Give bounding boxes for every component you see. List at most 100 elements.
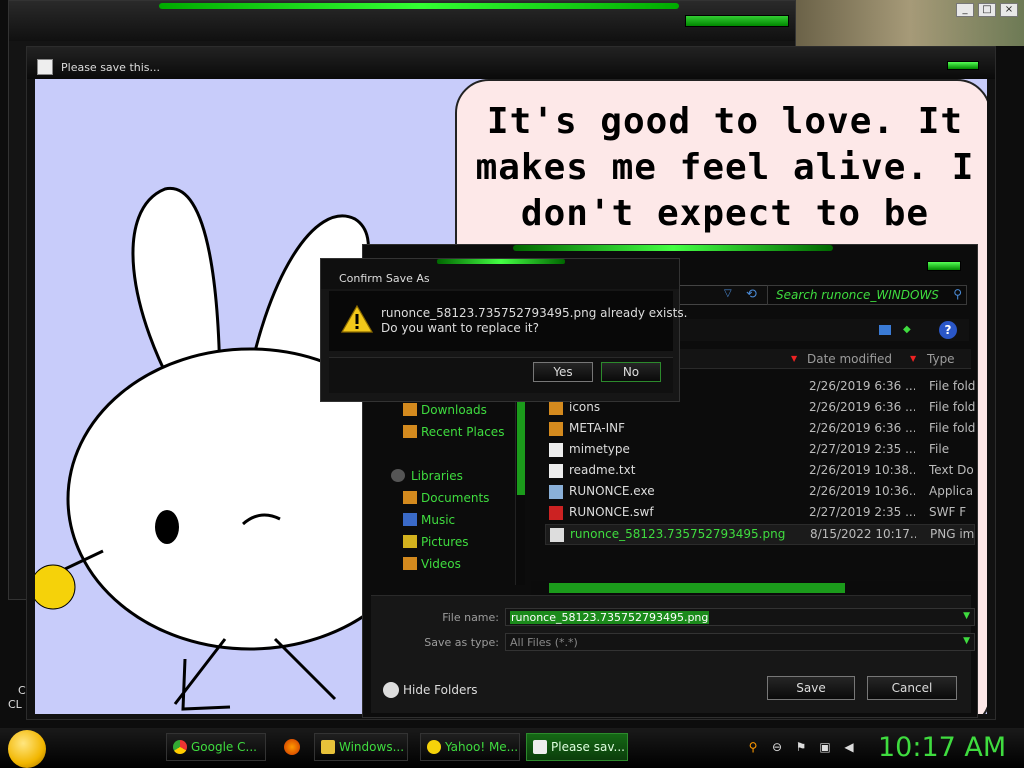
- file-date: 2/26/2019 6:36 ...: [809, 400, 915, 414]
- desktop-icon-label[interactable]: C: [18, 684, 26, 697]
- file-date: 2/27/2019 2:35 ...: [809, 505, 915, 519]
- quote-line: makes me feel alive. I: [475, 147, 975, 188]
- save-options-area: File name: runonce_58123.735752793495.pn…: [371, 595, 975, 713]
- taskbar-button-windows-explorer[interactable]: Windows...: [314, 733, 408, 761]
- confirm-message: runonce_58123.735752793495.png already e…: [381, 306, 688, 320]
- nav-item-music[interactable]: Music: [421, 513, 455, 527]
- file-row[interactable]: mimetype 2/27/2019 2:35 ... File: [545, 440, 975, 461]
- volume-icon[interactable]: ◀: [842, 740, 856, 754]
- file-type: Applica: [929, 484, 974, 498]
- text-file-icon: [549, 464, 563, 478]
- start-button[interactable]: [8, 730, 46, 768]
- file-type: File fold: [929, 379, 975, 393]
- yes-button[interactable]: Yes: [533, 362, 593, 382]
- new-folder-icon[interactable]: ◆: [903, 324, 911, 335]
- search-icon[interactable]: ⚲: [953, 287, 962, 301]
- dialog-minimize-button[interactable]: [927, 261, 961, 271]
- network-icon[interactable]: ▣: [818, 740, 832, 754]
- nav-item-recent-places[interactable]: Recent Places: [421, 425, 504, 439]
- nav-item-videos[interactable]: Videos: [421, 557, 461, 571]
- chevron-up-icon[interactable]: [383, 682, 399, 698]
- save-button[interactable]: Save: [767, 676, 855, 700]
- file-type: File fold: [929, 400, 975, 414]
- save-as-type-select[interactable]: All Files (*.*) ▼: [505, 633, 975, 651]
- save-as-type-label: Save as type:: [424, 636, 499, 649]
- dialog-glow: [513, 245, 833, 251]
- close-button[interactable]: ×: [1000, 3, 1018, 17]
- column-date-modified[interactable]: Date modified: [807, 352, 892, 366]
- documents-icon: [403, 491, 417, 504]
- folder-icon: [321, 740, 335, 754]
- confirm-footer: Yes No: [329, 357, 673, 393]
- file-name-input[interactable]: runonce_58123.735752793495.png ▼: [505, 608, 975, 626]
- paint-window-titlebar[interactable]: [27, 47, 995, 79]
- file-name: RUNONCE.swf: [569, 505, 654, 519]
- taskbar: Google C... Windows... Yahoo! Me... Plea…: [0, 728, 1024, 768]
- file-row-selected[interactable]: runonce_58123.735752793495.png 8/15/2022…: [545, 524, 975, 545]
- file-type: PNG im: [930, 527, 975, 541]
- taskbar-button-paint[interactable]: Please sav...: [526, 733, 628, 761]
- file-row[interactable]: readme.txt 2/26/2019 10:38... Text Do: [545, 461, 975, 482]
- nav-item-libraries[interactable]: Libraries: [411, 469, 463, 483]
- nav-item-documents[interactable]: Documents: [421, 491, 489, 505]
- folder-icon: [549, 422, 563, 436]
- search-icon[interactable]: ⚲: [746, 740, 760, 754]
- hide-folders-button[interactable]: Hide Folders: [403, 683, 478, 697]
- minimize-button[interactable]: _: [956, 3, 974, 17]
- help-icon[interactable]: ?: [939, 321, 957, 339]
- clock[interactable]: 10:17 AM: [878, 732, 1006, 763]
- address-bar[interactable]: ▽ ⟲: [673, 285, 773, 305]
- sort-arrow-icon[interactable]: ▼: [791, 354, 800, 363]
- background-window-glow: [159, 3, 679, 9]
- confirm-body: runonce_58123.735752793495.png already e…: [329, 291, 687, 351]
- music-icon: [403, 513, 417, 526]
- file-name: runonce_58123.735752793495.png: [570, 527, 786, 541]
- file-date: 2/26/2019 10:38...: [809, 463, 915, 477]
- sort-arrow-icon[interactable]: ▼: [910, 354, 919, 363]
- refresh-icon[interactable]: ⟲: [746, 287, 757, 302]
- taskbar-button-chrome[interactable]: Google C...: [166, 733, 266, 761]
- exe-file-icon: [549, 485, 563, 499]
- column-type[interactable]: Type: [927, 352, 955, 366]
- photo-window: _ □ ×: [796, 0, 1024, 46]
- confirm-save-dialog: Confirm Save As runonce_58123.7357527934…: [320, 258, 687, 402]
- tray-minus-icon[interactable]: ⊖: [770, 740, 784, 754]
- chevron-down-icon[interactable]: ▽: [724, 288, 732, 299]
- warning-icon: [341, 305, 373, 333]
- desktop-icon-label[interactable]: CL: [8, 698, 22, 711]
- file-row[interactable]: RUNONCE.swf 2/27/2019 2:35 ... SWF F: [545, 503, 975, 524]
- file-icon: [549, 443, 563, 457]
- cancel-button[interactable]: Cancel: [867, 676, 957, 700]
- search-input[interactable]: Search runonce_WINDOWS ⚲: [767, 285, 967, 305]
- save-as-type-value: All Files (*.*): [510, 636, 578, 649]
- nav-item-downloads[interactable]: Downloads: [421, 403, 487, 417]
- folder-icon: [549, 401, 563, 415]
- nav-item-pictures[interactable]: Pictures: [421, 535, 469, 549]
- confirm-title: Confirm Save As: [339, 272, 430, 285]
- no-button[interactable]: No: [601, 362, 661, 382]
- action-center-icon[interactable]: ⚑: [794, 740, 808, 754]
- taskbar-button-yahoo-messenger[interactable]: Yahoo! Me...: [420, 733, 520, 761]
- nav-scroll-thumb[interactable]: [517, 395, 525, 495]
- chevron-down-icon[interactable]: ▼: [963, 611, 970, 621]
- file-name-value: runonce_58123.735752793495.png: [510, 611, 710, 624]
- horizontal-scroll-thumb[interactable]: [549, 583, 845, 593]
- file-row[interactable]: META-INF 2/26/2019 6:36 ... File fold: [545, 419, 975, 440]
- minimize-button[interactable]: [947, 61, 979, 70]
- file-date: 2/26/2019 6:36 ...: [809, 379, 915, 393]
- file-name: META-INF: [569, 421, 626, 435]
- recent-places-icon: [403, 425, 417, 438]
- background-window-controls[interactable]: [685, 15, 789, 27]
- view-options-icon[interactable]: [879, 325, 891, 335]
- downloads-icon: [403, 403, 417, 416]
- file-name: RUNONCE.exe: [569, 484, 655, 498]
- nav-scrollbar[interactable]: [515, 395, 525, 585]
- chevron-down-icon[interactable]: ▼: [963, 636, 970, 646]
- confirm-glow: [437, 259, 565, 264]
- firefox-icon[interactable]: [284, 739, 300, 755]
- maximize-button[interactable]: □: [978, 3, 996, 17]
- file-row[interactable]: RUNONCE.exe 2/26/2019 10:36... Applica: [545, 482, 975, 503]
- file-date: 8/15/2022 10:17...: [810, 527, 916, 541]
- horizontal-scrollbar[interactable]: [531, 581, 971, 595]
- file-name: mimetype: [569, 442, 630, 456]
